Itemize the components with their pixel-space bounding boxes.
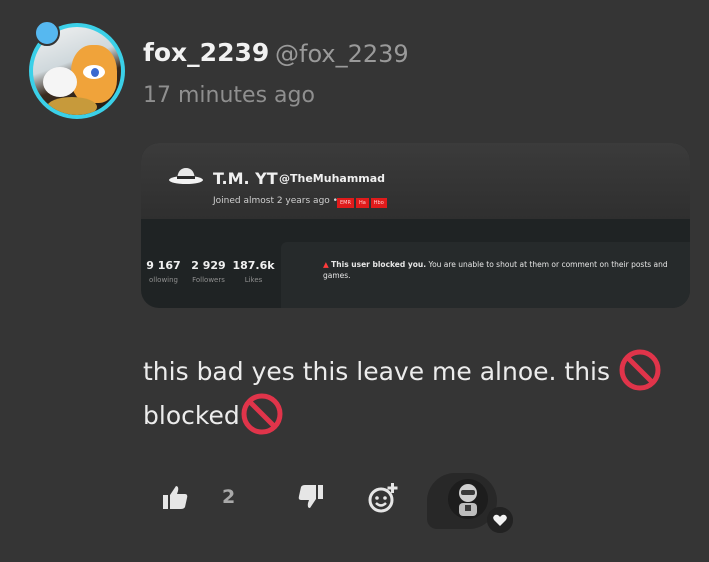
- post-body-line1: this bad yes this leave me alnoe. this: [143, 357, 611, 386]
- no-entry-icon: [241, 393, 283, 435]
- avatar-badge-icon: [34, 20, 60, 46]
- screenshot-tag: Ha: [355, 198, 369, 208]
- blocked-warning: ▲ This user blocked you. You are unable …: [323, 259, 683, 281]
- stat-label: Followers: [192, 276, 225, 284]
- like-count: 2: [222, 486, 236, 508]
- screenshot-tag: EMR: [337, 198, 354, 208]
- screenshot-tags: EMR Ha Hbo: [337, 198, 387, 208]
- avatar-tail: [47, 97, 97, 115]
- stat-followers: 2 929 Followers: [186, 259, 231, 284]
- avatar-glove: [43, 67, 77, 97]
- heart-icon: [487, 507, 513, 533]
- warning-icon: ▲: [323, 260, 329, 269]
- no-entry-icon: [619, 349, 661, 391]
- fedora-hat-icon: [169, 168, 203, 184]
- avatar-pupil: [91, 68, 99, 77]
- screenshot-handle: @TheMuhammad: [279, 172, 386, 185]
- screenshot-name: T.M. YT: [213, 169, 278, 188]
- post-body-line2: blocked: [143, 401, 240, 430]
- screenshot-joined: Joined almost 2 years ago •: [213, 196, 338, 206]
- author-handle[interactable]: @fox_2239: [275, 40, 409, 68]
- post-timestamp: 17 minutes ago: [143, 83, 315, 108]
- attached-screenshot[interactable]: T.M. YT @TheMuhammad Joined almost 2 yea…: [141, 143, 690, 308]
- stat-following: 9 167 ollowing: [141, 259, 186, 284]
- screenshot-stats: 9 167 ollowing 2 929 Followers 187.6k Li…: [141, 259, 276, 284]
- stat-label: Likes: [244, 276, 263, 284]
- stat-value: 2 929: [191, 259, 226, 272]
- stat-likes: 187.6k Likes: [231, 259, 276, 284]
- stat-value: 187.6k: [232, 259, 275, 272]
- thumbs-up-icon[interactable]: [160, 482, 190, 512]
- stat-value: 9 167: [146, 259, 181, 272]
- thumbs-down-icon[interactable]: [296, 482, 326, 512]
- stat-label: ollowing: [148, 276, 178, 284]
- author-username[interactable]: fox_2239: [143, 38, 269, 67]
- robot-avatar-icon: [448, 479, 488, 519]
- post-body: this bad yes this leave me alnoe. this b…: [143, 349, 683, 438]
- add-reaction-icon[interactable]: [367, 482, 399, 514]
- warning-bold-text: This user blocked you.: [331, 260, 427, 269]
- screenshot-tag: Hbo: [370, 198, 387, 208]
